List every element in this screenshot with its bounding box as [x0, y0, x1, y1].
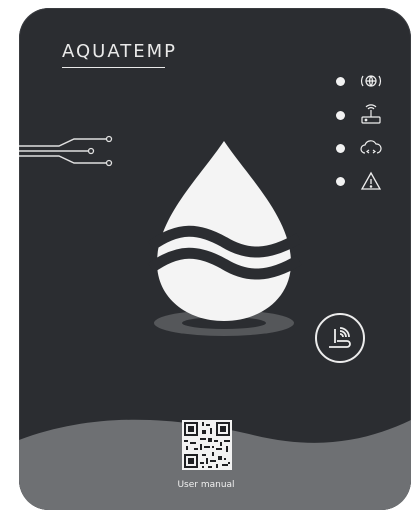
qr-code[interactable] — [182, 420, 232, 470]
globe-icon — [359, 71, 383, 91]
wifi-pairing-button[interactable] — [315, 313, 365, 363]
brand-logo: AQUATEMP — [62, 41, 178, 62]
status-row-internet — [336, 71, 383, 91]
status-row-cloud — [336, 138, 383, 158]
brand-underline — [62, 67, 165, 68]
wifi-pairing-icon — [329, 327, 351, 348]
status-led — [336, 76, 345, 86]
device-panel: AQUATEMP User manual — [19, 8, 411, 510]
status-led — [336, 143, 345, 153]
qr-label: User manual — [177, 480, 235, 490]
status-led — [336, 110, 345, 120]
cloud-icon — [359, 138, 383, 158]
status-row-fault — [336, 171, 383, 191]
circuit-lines-icon — [19, 135, 113, 167]
water-drop-icon — [147, 141, 302, 336]
router-icon — [359, 104, 383, 125]
warning-icon — [359, 171, 383, 191]
status-row-router — [336, 104, 383, 125]
status-led — [336, 176, 345, 186]
